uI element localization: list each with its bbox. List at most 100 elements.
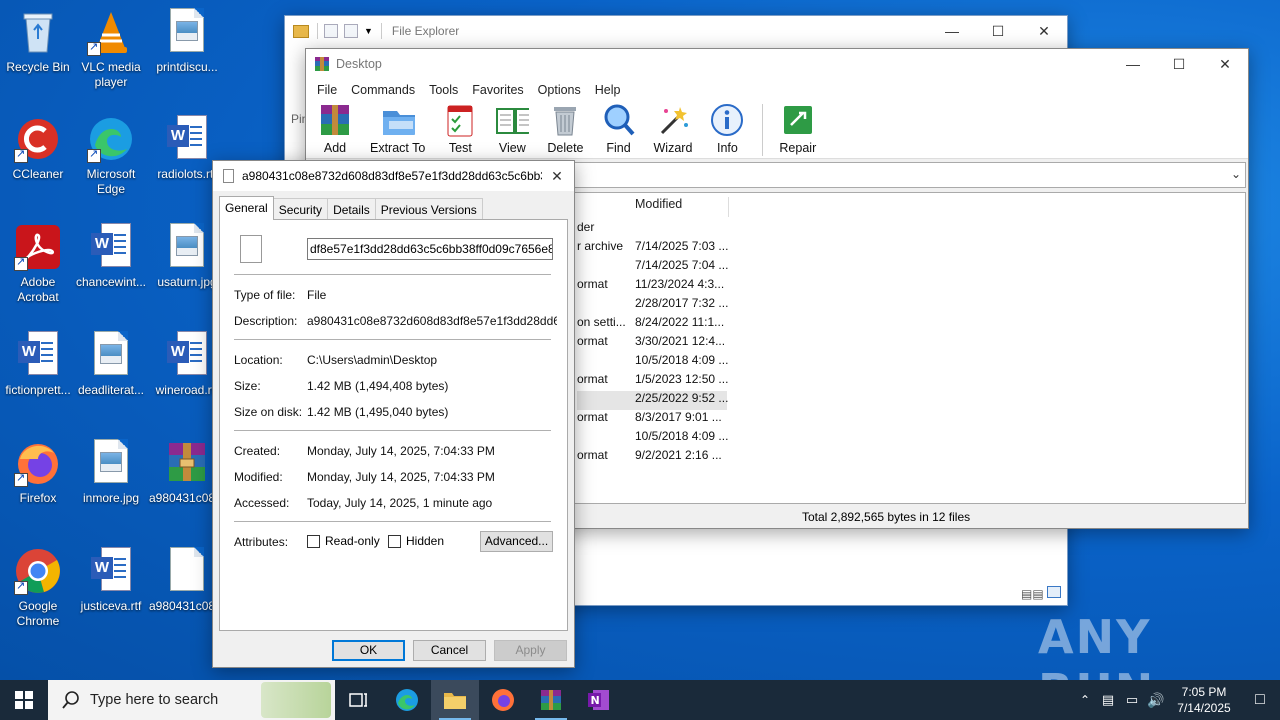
chrome-icon [14,547,62,595]
image-file-icon [163,223,211,271]
column-header-modified[interactable]: Modified [629,197,729,217]
menu-help[interactable]: Help [588,83,628,97]
image-file-icon [87,331,135,379]
taskbar-edge[interactable] [383,680,431,720]
volume-icon[interactable]: 🔊 [1144,692,1168,709]
close-button[interactable]: ✕ [1202,49,1248,79]
properties-dialog[interactable]: a980431c08e8732d608d83df8e57e1f3dd28dd63… [212,160,575,668]
list-item[interactable]: ormat 8/3/2017 9:01 ... [577,410,722,429]
new-folder-quick-icon[interactable] [344,24,358,38]
filename-field[interactable]: df8e57e1f3dd28dd63c5c6bb38ff0d09c7656e8e… [307,238,553,260]
list-item[interactable]: 10/5/2018 4:09 ... [577,429,728,448]
desktop-icon-deadliterat[interactable]: deadliterat... [73,331,149,398]
search-placeholder: Type here to search [90,692,219,708]
test-button[interactable]: Test [443,103,477,158]
maximize-button[interactable]: ☐ [975,16,1021,46]
taskbar-winrar[interactable] [527,680,575,720]
cancel-button[interactable]: Cancel [413,640,486,661]
advanced-button[interactable]: Advanced... [480,531,553,552]
tab-details[interactable]: Details [327,198,376,220]
desktop-icon-chancewint[interactable]: W chancewint... [73,223,149,290]
general-panel: df8e57e1f3dd28dd63c5c6bb38ff0d09c7656e8e… [219,219,568,631]
winrar-title: Desktop [336,57,382,71]
desktop-icon-firefox[interactable]: Firefox [0,439,76,506]
readonly-checkbox[interactable]: Read-only [307,534,380,548]
onenote-icon: N [588,690,609,710]
desktop-icon-inmore[interactable]: inmore.jpg [73,439,149,506]
list-item[interactable]: ormat 9/2/2021 2:16 ... [577,448,722,467]
network-device-icon[interactable]: ▤ [1096,692,1120,708]
info-button[interactable]: Info [710,103,744,158]
windows-logo-icon [15,691,33,709]
add-button[interactable]: Add [318,103,352,158]
list-item[interactable]: 2/28/2017 7:32 ... [577,296,728,315]
desktop-icon-adobe-acrobat[interactable]: Adobe Acrobat [0,223,76,305]
list-item[interactable]: der [577,220,594,239]
extract-to-button[interactable]: Extract To [370,103,425,158]
list-item-selected[interactable]: 2/25/2022 9:52 ... [577,391,728,410]
list-item[interactable]: ormat 11/23/2024 4:3... [577,277,724,296]
word-document-icon: W [87,223,135,271]
wizard-button[interactable]: Wizard [654,103,692,158]
menu-tools[interactable]: Tools [422,83,465,97]
desktop-icon-google-chrome[interactable]: Google Chrome [0,547,76,629]
minimize-button[interactable]: — [929,16,975,46]
menu-favorites[interactable]: Favorites [465,83,530,97]
large-icons-view-icon[interactable] [1047,586,1061,598]
chevron-up-icon[interactable]: ⌃ [1074,693,1096,707]
details-view-icon[interactable]: ▤▤ [1021,587,1044,601]
location-label: Location: [234,353,283,367]
tab-previous-versions[interactable]: Previous Versions [374,198,483,220]
shortcut-arrow-icon [87,40,101,56]
repair-button[interactable]: Repair [779,103,816,158]
desktop-icon-ccleaner[interactable]: CCleaner [0,115,76,182]
desktop-icon-recycle-bin[interactable]: Recycle Bin [0,8,76,75]
desktop-icon-fictionprett[interactable]: W fictionprett... [0,331,76,398]
apply-button[interactable]: Apply [494,640,567,661]
shortcut-arrow-icon [87,147,101,163]
winrar-menubar: File Commands Tools Favorites Options He… [306,79,1248,101]
tab-security[interactable]: Security [272,198,329,220]
taskbar-file-explorer[interactable] [431,680,479,720]
clock[interactable]: 7:05 PM 7/14/2025 [1168,684,1240,716]
delete-button[interactable]: Delete [547,103,584,158]
created-label: Created: [234,444,281,458]
menu-commands[interactable]: Commands [344,83,422,97]
shortcut-arrow-icon [14,471,28,487]
close-button[interactable]: ✕ [542,161,572,191]
ok-button[interactable]: OK [332,640,405,661]
desktop-icon-edge[interactable]: Microsoft Edge [73,115,149,197]
start-button[interactable] [0,680,48,720]
task-view-button[interactable] [335,680,383,720]
view-button[interactable]: View [495,103,530,158]
shortcut-arrow-icon [14,147,28,163]
list-item[interactable]: r archive 7/14/2025 7:03 ... [577,239,728,258]
properties-quick-icon[interactable] [324,24,338,38]
close-button[interactable]: ✕ [1021,16,1067,46]
search-icon [62,691,79,709]
chevron-down-icon[interactable]: ▼ [364,26,373,36]
list-item[interactable]: ormat 1/5/2023 12:50 ... [577,372,728,391]
list-item[interactable]: on setti... 8/24/2022 11:1... [577,315,724,334]
find-button[interactable]: Find [602,103,636,158]
taskbar-firefox[interactable] [479,680,527,720]
taskbar-onenote[interactable]: N [575,680,623,720]
chevron-down-icon[interactable]: ⌄ [1231,167,1241,181]
hidden-checkbox[interactable]: Hidden [388,534,444,548]
menu-file[interactable]: File [310,83,344,97]
word-document-icon: W [163,115,211,163]
list-item[interactable]: 10/5/2018 4:09 ... [577,353,728,372]
minimize-button[interactable]: — [1110,49,1156,79]
menu-options[interactable]: Options [531,83,588,97]
list-item[interactable]: 7/14/2025 7:04 ... [577,258,728,277]
taskbar-search-box[interactable]: Type here to search [48,680,335,720]
maximize-button[interactable]: ☐ [1156,49,1202,79]
desktop-icon-printdiscu[interactable]: printdiscu... [149,8,225,75]
list-item[interactable]: ormat 3/30/2021 12:4... [577,334,725,353]
desktop-icon-vlc[interactable]: VLC media player [73,8,149,90]
tab-general[interactable]: General [219,196,274,220]
desktop-icon-justiceva[interactable]: W justiceva.rtf [73,547,149,614]
notification-icon[interactable]: □ [1240,691,1280,709]
test-clipboard-icon [447,105,473,137]
network-icon[interactable]: ▭ [1120,692,1144,708]
